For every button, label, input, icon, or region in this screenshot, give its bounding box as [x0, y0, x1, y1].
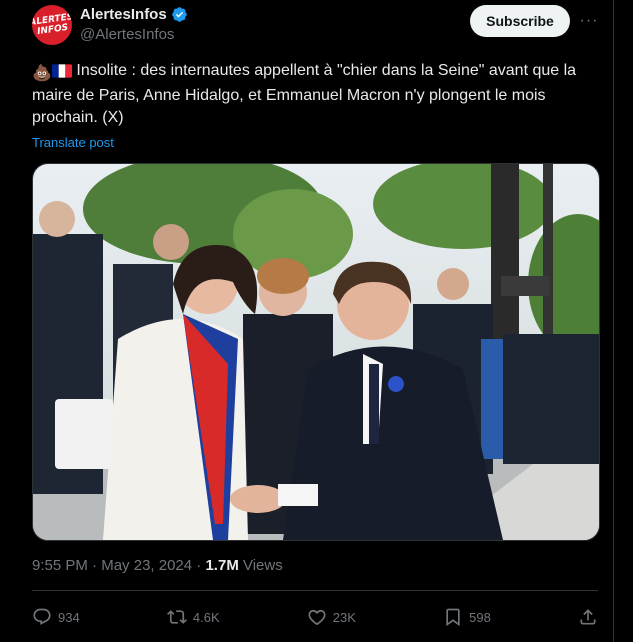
share-button[interactable] [578, 607, 598, 627]
author-name-row: AlertesInfos [80, 6, 188, 23]
verified-badge-icon[interactable] [171, 6, 188, 23]
tweet-body: Insolite : des internautes appellent à "… [32, 62, 577, 126]
repost-button[interactable]: 4.6K [166, 607, 220, 627]
france-flag-icon [51, 63, 72, 85]
subscribe-button[interactable]: Subscribe [470, 5, 570, 37]
post-timestamp[interactable]: 9:55 PM · May 23, 2024 · 1.7M Views [32, 557, 283, 574]
tweet-photo[interactable] [32, 163, 600, 541]
avatar-logo: ALERTES INFOS [32, 12, 72, 38]
poop-emoji-icon: 💩 [32, 65, 52, 82]
like-count: 23K [332, 609, 356, 625]
views-count: 1.7M [205, 557, 239, 574]
divider [32, 590, 598, 591]
like-button[interactable]: 23K [307, 607, 356, 627]
repost-count: 4.6K [192, 609, 220, 625]
reply-count: 934 [58, 609, 80, 625]
share-icon [580, 609, 596, 625]
author-handle[interactable]: @AlertesInfos [80, 26, 174, 43]
translate-post-link[interactable]: Translate post [32, 135, 114, 150]
bookmark-icon [446, 608, 460, 627]
reply-button[interactable]: 934 [32, 607, 80, 627]
photo-illustration [33, 164, 599, 540]
more-options-icon[interactable]: ··· [578, 10, 600, 32]
display-name[interactable]: AlertesInfos [80, 6, 167, 23]
heart-icon [308, 609, 326, 626]
tweet-container: ALERTES INFOS AlertesInfos @AlertesInfos … [16, 0, 614, 642]
action-bar: 934 4.6K 23K 598 [32, 598, 598, 636]
reply-icon [33, 608, 51, 625]
bookmark-count: 598 [469, 609, 491, 625]
bookmark-button[interactable]: 598 [443, 607, 491, 627]
tweet-text: 💩 Insolite : des internautes appellent à… [32, 60, 602, 129]
repost-icon [166, 610, 187, 624]
avatar[interactable]: ALERTES INFOS [32, 5, 72, 45]
